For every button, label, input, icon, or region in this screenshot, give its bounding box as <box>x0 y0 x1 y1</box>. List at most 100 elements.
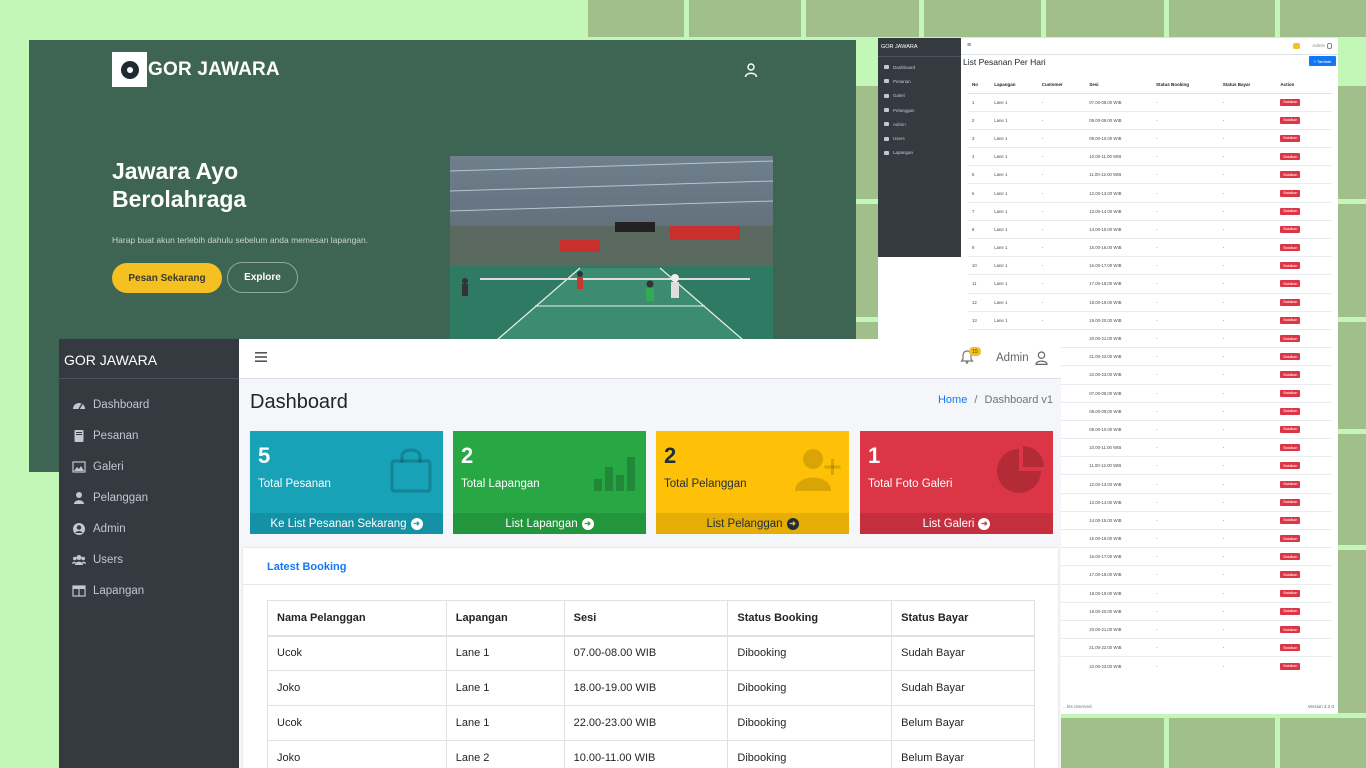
list-sidebar-label: Pelanggan <box>893 107 915 113</box>
batalkan-button[interactable]: Batalkan <box>1280 626 1301 634</box>
landing-brand[interactable]: GOR JAWARA <box>148 59 280 81</box>
total-pelanggan-box: 2 Total Pelanggan List Pelanggan ➜ <box>656 431 849 534</box>
sidebar-item-pelanggan[interactable]: Pelanggan <box>59 482 239 513</box>
batalkan-button[interactable]: Batalkan <box>1280 662 1301 670</box>
table-cell-status-bayar: - <box>1218 510 1277 530</box>
admin-label[interactable]: Admin <box>1312 43 1325 48</box>
table-cell-status-bayar: - <box>1218 365 1277 384</box>
table-cell-action: Batalkan <box>1276 219 1332 239</box>
booking-cell: Ucok <box>267 705 447 741</box>
notification-bell-icon[interactable] <box>1293 43 1300 49</box>
table-cell-lapangan: Lane 1 <box>990 92 1038 112</box>
booking-cell: Joko <box>267 670 447 706</box>
breadcrumb-home[interactable]: Home <box>938 394 967 406</box>
list-sidebar-item[interactable]: Pelanggan <box>878 103 961 117</box>
table-cell-sesi: 17.00-18.00 WIB <box>1085 274 1152 294</box>
sidebar-item-galeri[interactable]: Galeri <box>59 451 239 482</box>
table-cell-no: 1 <box>968 92 991 112</box>
table-cell-sesi: 16.00-17.00 WIB <box>1085 547 1152 566</box>
batalkan-button[interactable]: Batalkan <box>1280 535 1301 543</box>
table-cell-status-booking: - <box>1151 474 1219 494</box>
lapangan-link[interactable]: List Lapangan ➜ <box>453 513 646 534</box>
user-icon[interactable] <box>743 62 759 78</box>
sidebar-item-pesanan[interactable]: Pesanan <box>59 420 239 451</box>
batalkan-button[interactable]: Batalkan <box>1280 262 1301 270</box>
list-sidebar-item[interactable]: Galeri <box>878 89 961 103</box>
nav-item-icon <box>884 122 889 127</box>
batalkan-button[interactable]: Batalkan <box>1280 389 1301 397</box>
list-sidebar-brand[interactable]: GOR JAWARA <box>878 38 961 57</box>
pelanggan-link[interactable]: List Pelanggan ➜ <box>656 513 849 534</box>
list-sidebar-item[interactable]: Admin <box>878 117 961 131</box>
list-sidebar-item[interactable]: Lapangan <box>878 146 961 160</box>
explore-button[interactable]: Explore <box>227 262 298 293</box>
background-tile <box>924 0 1041 37</box>
table-cell-sesi: 07.00-08.00 WIB <box>1085 92 1152 112</box>
batalkan-button[interactable]: Batalkan <box>1280 244 1301 252</box>
table-cell-status-bayar: - <box>1218 110 1277 130</box>
batalkan-button[interactable]: Batalkan <box>1280 280 1301 288</box>
pesan-sekarang-button[interactable]: Pesan Sekarang <box>112 263 222 293</box>
batalkan-button[interactable]: Batalkan <box>1280 298 1301 306</box>
brand-logo[interactable] <box>112 52 147 87</box>
list-sidebar-item[interactable]: Dashboard <box>878 60 961 74</box>
batalkan-button[interactable]: Batalkan <box>1280 207 1301 215</box>
batalkan-button[interactable]: Batalkan <box>1280 444 1301 452</box>
sidebar-item-admin[interactable]: Admin <box>59 513 239 544</box>
notification-badge[interactable]: 15 <box>969 347 981 356</box>
list-sidebar-item[interactable]: Pesanan <box>878 74 961 88</box>
menu-toggle-icon[interactable] <box>255 350 267 364</box>
table-cell-lapangan: Lane 1 <box>990 310 1038 330</box>
batalkan-button[interactable]: Batalkan <box>1280 371 1301 379</box>
batalkan-button[interactable]: Batalkan <box>1280 335 1301 343</box>
batalkan-button[interactable]: Batalkan <box>1280 353 1301 361</box>
table-cell-sesi: 14.00-15.00 WIB <box>1085 510 1152 530</box>
batalkan-button[interactable]: Batalkan <box>1280 134 1301 142</box>
user-icon[interactable] <box>1327 43 1332 49</box>
batalkan-button[interactable]: Batalkan <box>1280 644 1301 652</box>
pie-chart-icon <box>997 446 1044 493</box>
menu-toggle-icon[interactable]: ≡ <box>967 42 971 49</box>
batalkan-button[interactable]: Batalkan <box>1280 98 1301 106</box>
table-row: 5 Lane 1-11.00-12.00 WIB - - Batalkan <box>968 165 1332 184</box>
batalkan-button[interactable]: Batalkan <box>1280 153 1301 161</box>
batalkan-button[interactable]: Batalkan <box>1280 498 1301 506</box>
booking-cell: Belum Bayar <box>891 740 1035 768</box>
sidebar-brand[interactable]: GOR JAWARA <box>59 339 239 379</box>
batalkan-button[interactable]: Batalkan <box>1280 462 1301 470</box>
batalkan-button[interactable]: Batalkan <box>1280 589 1301 597</box>
batalkan-button[interactable]: Batalkan <box>1280 316 1301 324</box>
table-cell-status-bayar: - <box>1218 237 1277 257</box>
table-cell-sesi: 13.00-14.00 WIB <box>1085 492 1152 512</box>
admin-label[interactable]: Admin <box>996 352 1029 364</box>
batalkan-button[interactable]: Batalkan <box>1280 225 1301 233</box>
sidebar-item-dashboard[interactable]: Dashboard <box>59 389 239 420</box>
table-cell-status-booking: - <box>1151 165 1219 184</box>
table-cell-sesi: 22.00-23.00 WIB <box>1085 656 1152 675</box>
batalkan-button[interactable]: Batalkan <box>1280 553 1301 561</box>
table-cell-status-bayar: - <box>1218 474 1277 494</box>
box-label: Total Pelanggan <box>664 478 747 490</box>
box-link-label: List Galeri <box>922 517 975 530</box>
table-cell-action: Batalkan <box>1276 456 1332 475</box>
table-row: Ucok Lane 1 22.00-23.00 WIB Dibooking Belum … <box>267 705 1035 741</box>
background-tile <box>1169 0 1275 37</box>
batalkan-button[interactable]: Batalkan <box>1280 116 1301 124</box>
table-cell-action: Batalkan <box>1276 528 1332 548</box>
batalkan-button[interactable]: Batalkan <box>1280 516 1301 524</box>
galeri-link[interactable]: List Galeri ➜ <box>860 513 1053 534</box>
batalkan-button[interactable]: Batalkan <box>1280 425 1301 433</box>
batalkan-button[interactable]: Batalkan <box>1280 571 1301 579</box>
sidebar-nav: Dashboard Pesanan Galeri Pelanggan Admin User… <box>59 379 239 606</box>
user-icon[interactable] <box>1035 351 1048 365</box>
batalkan-button[interactable]: Batalkan <box>1280 480 1301 488</box>
batalkan-button[interactable]: Batalkan <box>1280 171 1301 179</box>
sidebar-item-lapangan[interactable]: Lapangan <box>59 575 239 606</box>
batalkan-button[interactable]: Batalkan <box>1280 607 1301 615</box>
list-sidebar-item[interactable]: Users <box>878 131 961 145</box>
tambah-button[interactable]: + Tambah <box>1309 56 1336 66</box>
pesanan-link[interactable]: Ke List Pesanan Sekarang ➜ <box>250 513 443 534</box>
sidebar-item-users[interactable]: Users <box>59 544 239 575</box>
batalkan-button[interactable]: Batalkan <box>1280 407 1301 415</box>
batalkan-button[interactable]: Batalkan <box>1280 189 1301 197</box>
